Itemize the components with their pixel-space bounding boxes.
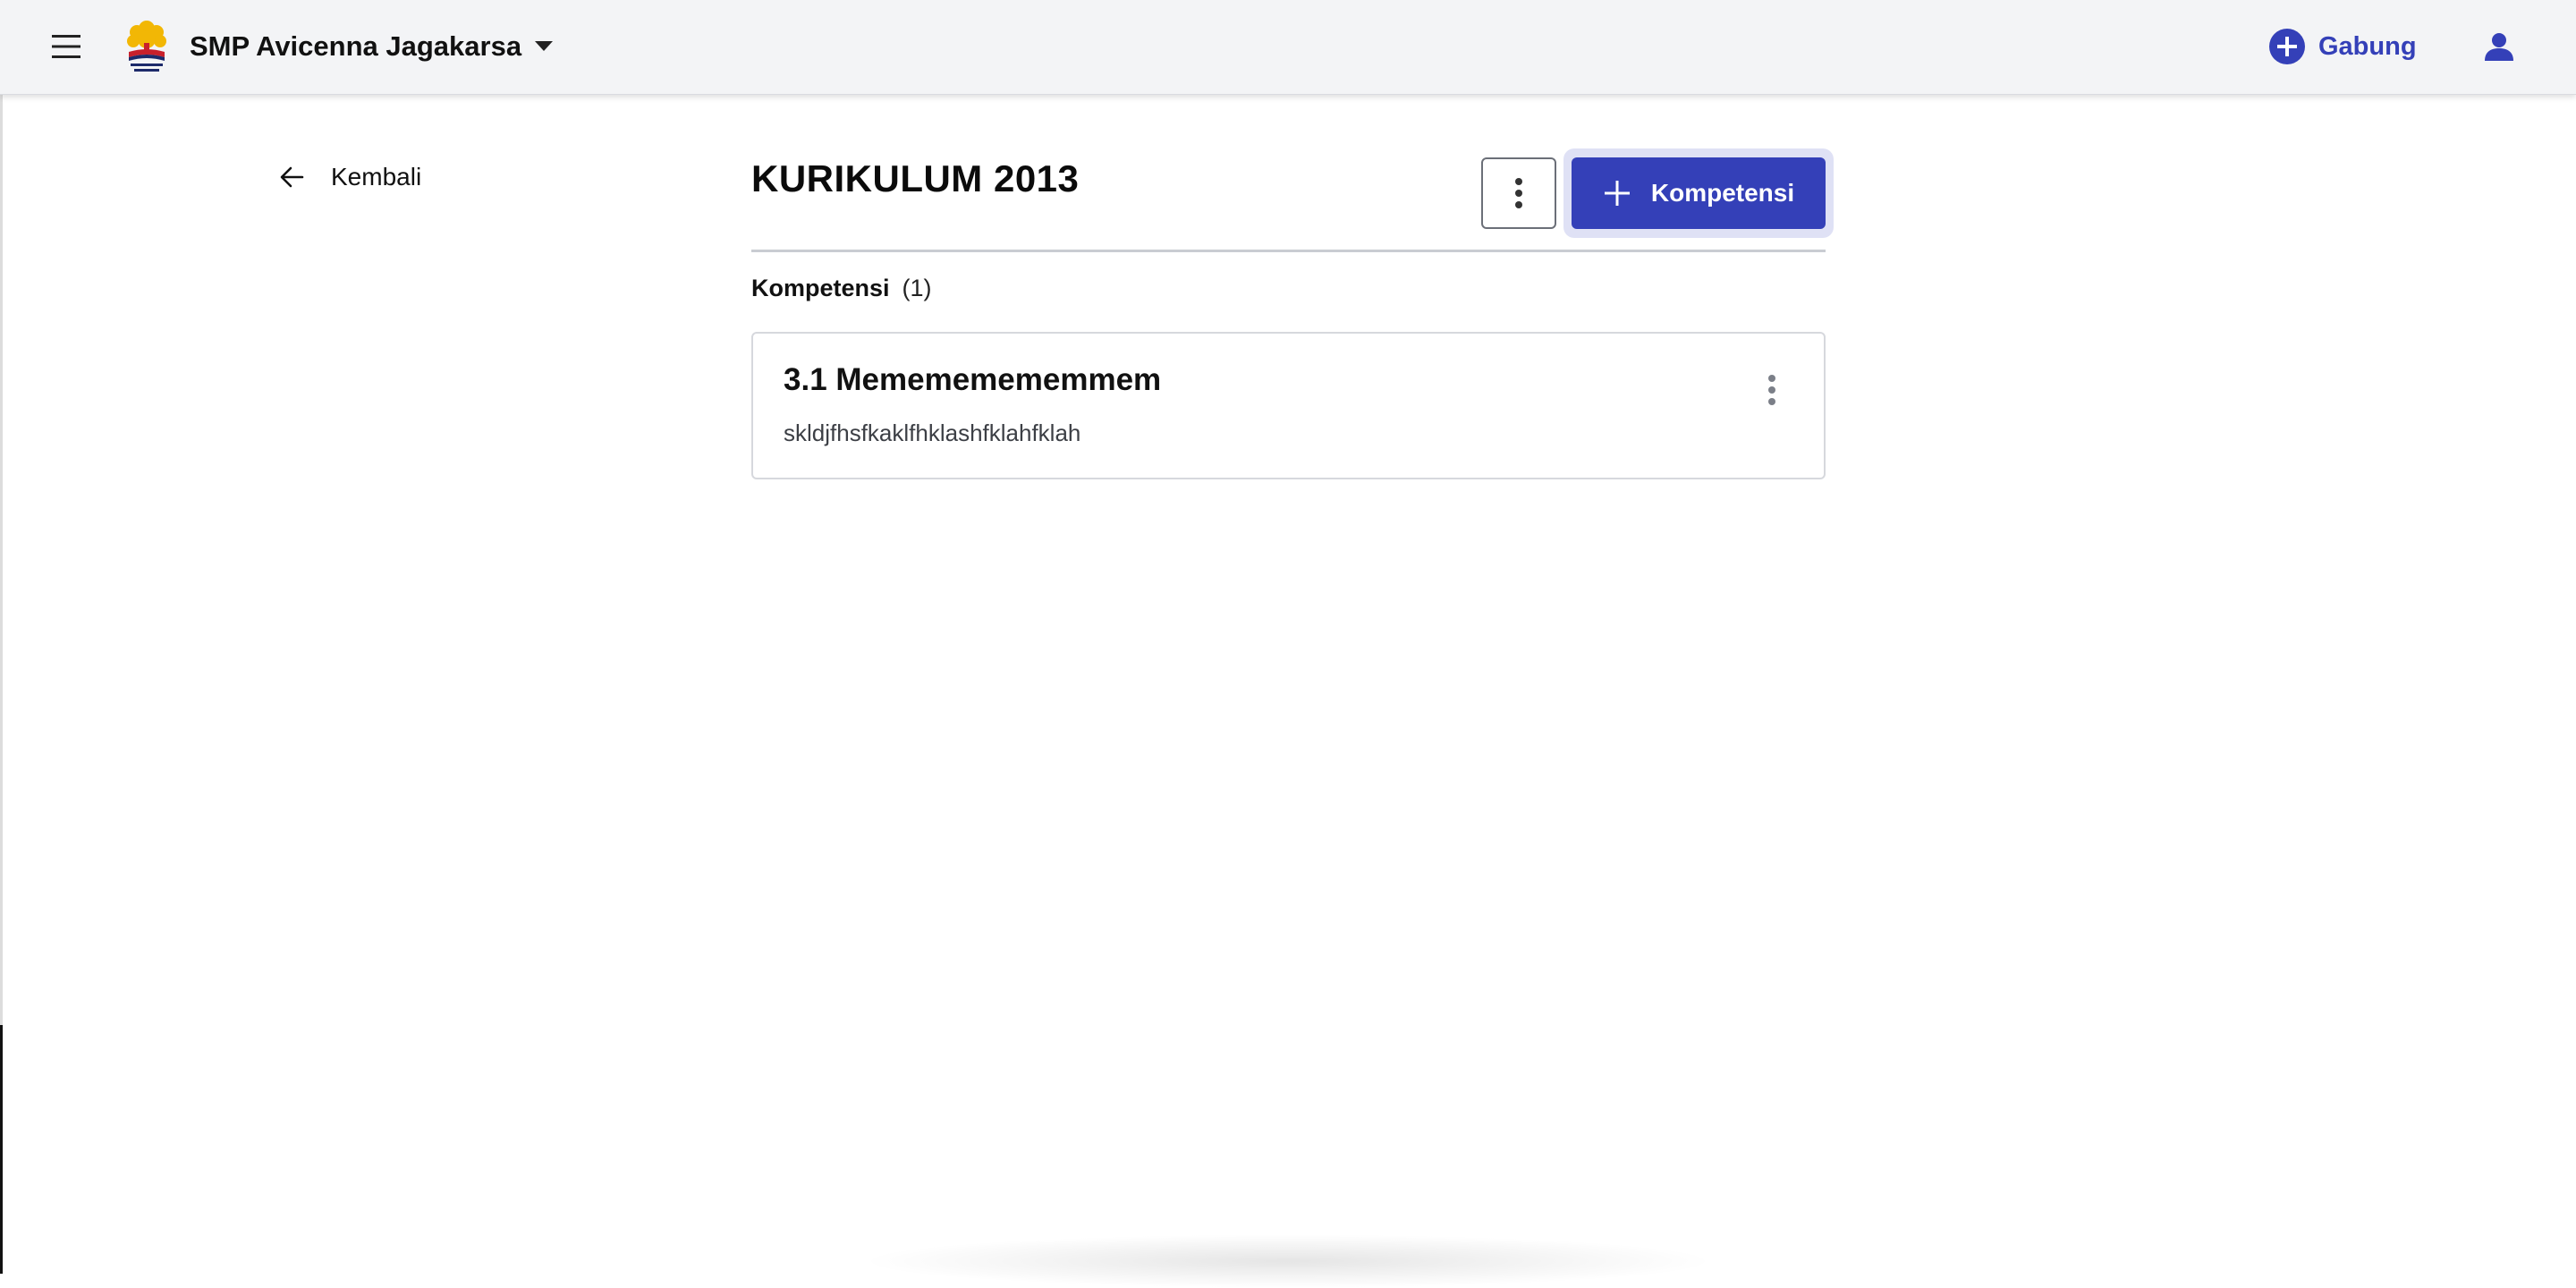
caret-down-icon (535, 41, 553, 51)
menu-button[interactable] (47, 27, 86, 66)
person-icon (2485, 33, 2513, 61)
join-label: Gabung (2318, 31, 2417, 61)
bottom-shadow (859, 1234, 1717, 1288)
page-title: KURIKULUM 2013 (751, 157, 1080, 199)
top-app-bar: SMP Avicenna Jagakarsa Gabung (0, 0, 2576, 95)
title-divider (751, 250, 1826, 252)
competency-more-button[interactable] (1753, 368, 1791, 412)
more-options-button[interactable] (1481, 157, 1556, 229)
profile-button[interactable] (2478, 25, 2521, 68)
back-link[interactable]: Kembali (279, 159, 421, 195)
arrow-left-icon (280, 166, 304, 188)
back-label: Kembali (331, 163, 422, 191)
left-edge (0, 95, 3, 1025)
join-button[interactable]: Gabung (2268, 25, 2417, 68)
section-count: (1) (902, 274, 932, 301)
plus-circle-icon (2269, 29, 2305, 64)
competency-title: 3.1 Memememememmem (784, 362, 1162, 397)
school-logo (122, 16, 172, 75)
plus-icon (1604, 181, 1630, 206)
more-vertical-icon (1768, 375, 1775, 405)
more-vertical-icon (1515, 178, 1522, 208)
add-competency-button[interactable]: Kompetensi (1572, 157, 1826, 229)
school-dropdown-button[interactable] (528, 27, 560, 66)
left-edge-dark (0, 1025, 3, 1274)
competency-description: skldjfhsfkaklfhklashfklahfklah (784, 419, 1081, 446)
add-competency-label: Kompetensi (1650, 179, 1795, 207)
school-name[interactable]: SMP Avicenna Jagakarsa (190, 27, 521, 66)
section-header: Kompetensi (1) (751, 272, 932, 304)
competency-card[interactable]: 3.1 Memememememmem skldjfhsfkaklfhklashf… (751, 332, 1826, 479)
section-label: Kompetensi (751, 274, 890, 301)
hamburger-menu-icon (52, 35, 80, 58)
